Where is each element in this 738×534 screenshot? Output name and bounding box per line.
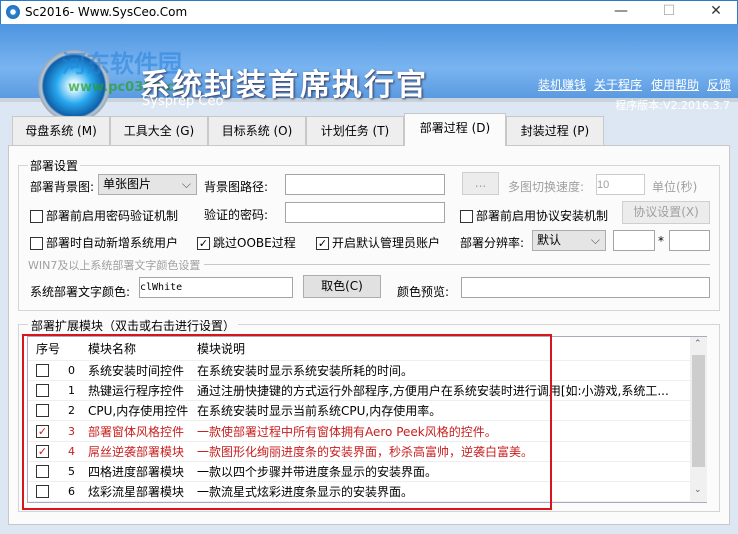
checkbox[interactable] bbox=[30, 210, 43, 223]
add-user-label: 部署时自动新增系统用户 bbox=[46, 236, 179, 250]
resolution-value: 默认 bbox=[537, 233, 562, 247]
scroll-up-icon[interactable]: ⌃ bbox=[694, 339, 702, 349]
scroll-down-icon[interactable]: ⌄ bbox=[694, 485, 702, 495]
bg-path-input[interactable] bbox=[285, 174, 445, 195]
resolution-select[interactable]: 默认 ⌵ bbox=[532, 230, 606, 251]
link-help[interactable]: 使用帮助 bbox=[651, 76, 699, 93]
unit-label: 单位(秒) bbox=[652, 180, 698, 194]
text-color-label: 系统部署文字颜色: bbox=[30, 285, 131, 299]
preview-label: 颜色预览: bbox=[397, 285, 450, 299]
tab-master-system[interactable]: 母盘系统 (M) bbox=[12, 116, 110, 145]
tab-target-system[interactable]: 目标系统 (O) bbox=[208, 116, 306, 145]
tab-tools[interactable]: 工具大全 (G) bbox=[110, 116, 208, 145]
window-title: Sc2016- Www.SysCeo.Com bbox=[25, 5, 188, 19]
close-button[interactable]: ✕ bbox=[701, 3, 731, 23]
skip-oobe-check[interactable]: ✓ 跳过OOBE过程 bbox=[197, 234, 296, 251]
resolution-width-input[interactable] bbox=[613, 230, 655, 251]
checkmark-icon[interactable]: ✓ bbox=[197, 237, 210, 250]
tab-scheduled-tasks[interactable]: 计划任务 (T) bbox=[306, 116, 404, 145]
title-bar: Sc2016- Www.SysCeo.Com — ☐ ✕ bbox=[0, 0, 738, 24]
resolution-separator: * bbox=[658, 234, 664, 248]
password-check[interactable]: 部署前启用密码验证机制 bbox=[30, 207, 178, 224]
deploy-settings-title: 部署设置 bbox=[28, 157, 81, 174]
admin-account-label: 开启默认管理员账户 bbox=[332, 236, 441, 250]
maximize-button[interactable]: ☐ bbox=[654, 3, 684, 23]
password-check-label: 部署前启用密码验证机制 bbox=[46, 209, 179, 223]
protocol-settings-button[interactable]: 协议设置(X) bbox=[622, 201, 710, 224]
protocol-check[interactable]: 部署前启用协议安装机制 bbox=[460, 207, 608, 224]
link-feedback[interactable]: 反馈 bbox=[707, 76, 731, 93]
checkbox[interactable] bbox=[30, 237, 43, 250]
admin-account-check[interactable]: ✓ 开启默认管理员账户 bbox=[316, 234, 440, 251]
scrollbar[interactable]: ⌃ ⌄ bbox=[690, 337, 707, 502]
checkbox[interactable] bbox=[460, 210, 473, 223]
chevron-down-icon: ⌵ bbox=[181, 177, 191, 191]
modules-group-title: 部署扩展模块（双击或右击进行设置） bbox=[28, 317, 239, 334]
tab-package-process[interactable]: 封装过程 (P) bbox=[506, 116, 604, 145]
bg-mode-select[interactable]: 单张图片 ⌵ bbox=[98, 174, 197, 195]
scroll-thumb[interactable] bbox=[692, 355, 705, 467]
speed-input[interactable] bbox=[596, 174, 645, 195]
color-section-label: WIN7及以上系统部署文字颜色设置 bbox=[28, 257, 205, 273]
bg-mode-value: 单张图片 bbox=[103, 177, 152, 191]
checkmark-icon[interactable]: ✓ bbox=[316, 237, 329, 250]
app-header: 河东软件园 www.pc0359.cn 系统封装首席执行官 Sysprep Ce… bbox=[0, 24, 738, 122]
color-preview bbox=[461, 277, 710, 298]
password-input[interactable] bbox=[285, 202, 445, 223]
tab-deploy-process[interactable]: 部署过程 (D) bbox=[404, 113, 506, 146]
version-label: 程序版本:V2.2016.3.7 bbox=[615, 99, 730, 112]
link-about[interactable]: 关于程序 bbox=[594, 76, 642, 93]
browse-button[interactable]: ... bbox=[462, 172, 499, 195]
resolution-label: 部署分辨率: bbox=[460, 236, 525, 250]
add-user-check[interactable]: 部署时自动新增系统用户 bbox=[30, 234, 178, 251]
app-subtitle: Sysprep Ceo bbox=[142, 94, 224, 109]
link-earn[interactable]: 装机赚钱 bbox=[538, 76, 586, 93]
minimize-button[interactable]: — bbox=[606, 3, 636, 23]
chevron-down-icon: ⌵ bbox=[590, 233, 600, 247]
bg-label: 部署背景图: bbox=[30, 180, 95, 194]
highlight-box bbox=[22, 334, 552, 510]
pick-color-button[interactable]: 取色(C) bbox=[303, 275, 381, 298]
path-label: 背景图路径: bbox=[204, 180, 269, 194]
password-label: 验证的密码: bbox=[204, 208, 269, 222]
app-icon bbox=[6, 5, 20, 19]
protocol-check-label: 部署前启用协议安装机制 bbox=[476, 209, 609, 223]
speed-label: 多图切换速度: bbox=[508, 180, 585, 194]
text-color-input[interactable] bbox=[139, 277, 293, 298]
skip-oobe-label: 跳过OOBE过程 bbox=[213, 236, 296, 250]
resolution-height-input[interactable] bbox=[669, 230, 710, 251]
